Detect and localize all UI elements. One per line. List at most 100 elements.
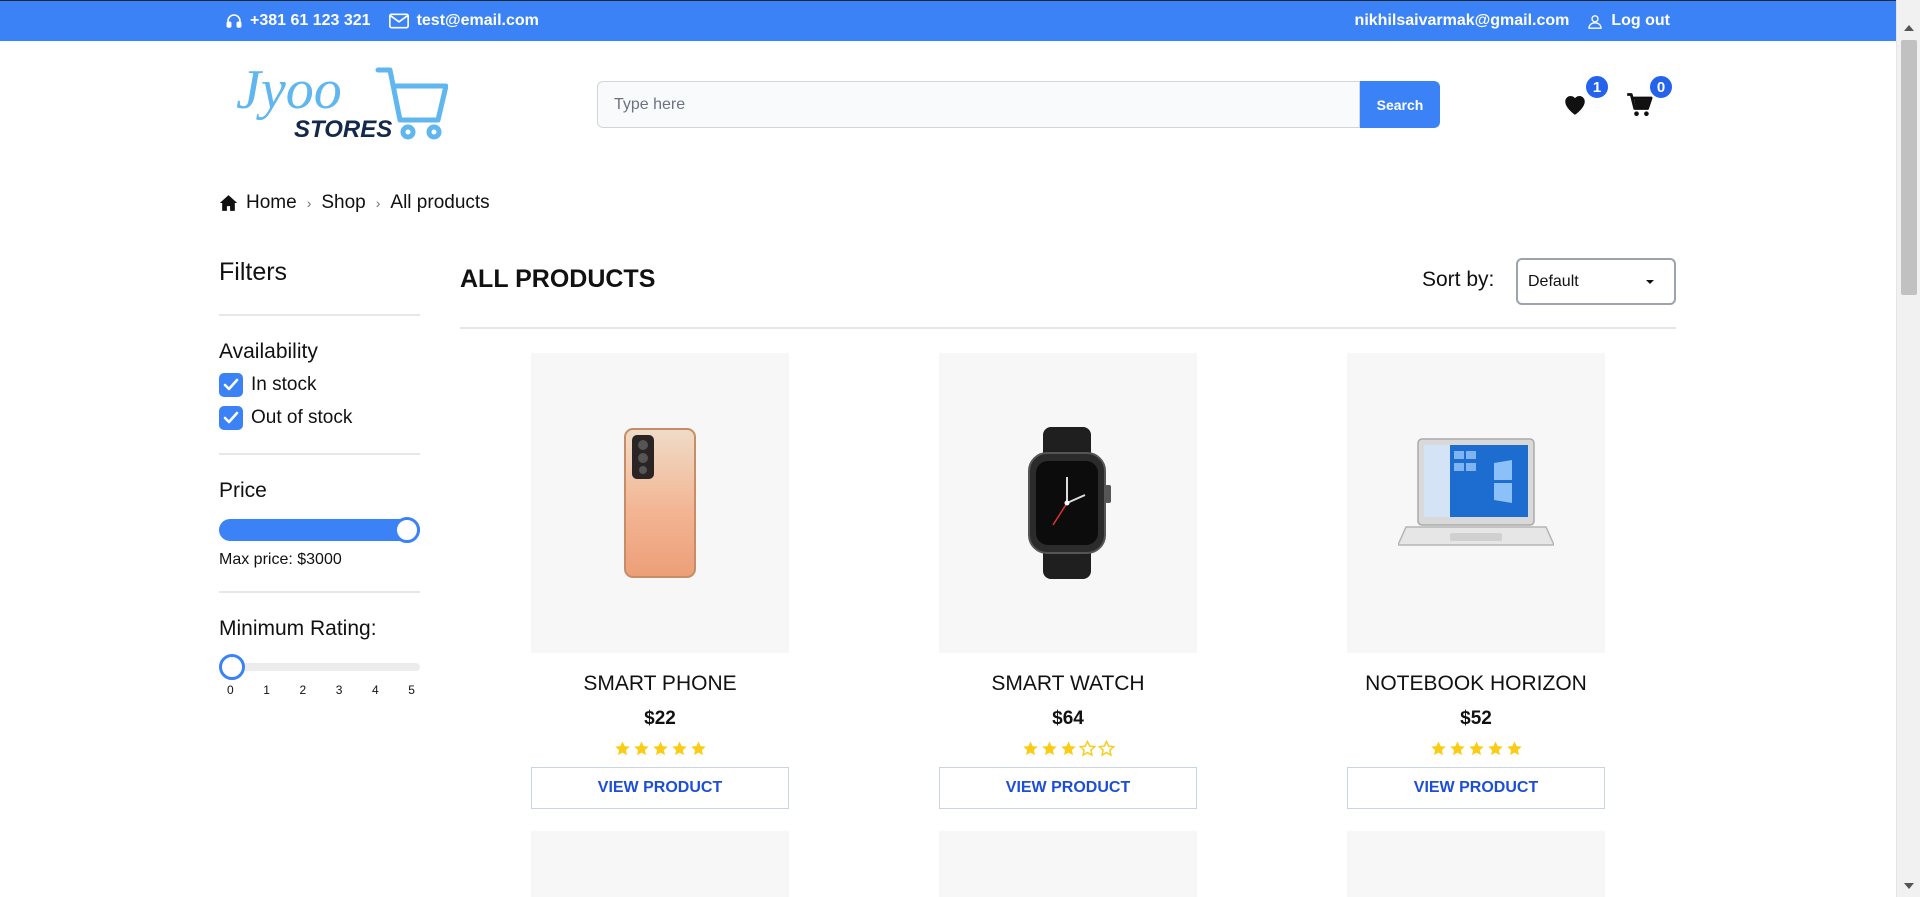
product-rating	[939, 740, 1197, 760]
user-icon	[1588, 14, 1603, 29]
scroll-thumb[interactable]	[1901, 40, 1917, 295]
search-button[interactable]: Search	[1360, 81, 1440, 128]
email-contact[interactable]: test@email.com	[388, 12, 539, 30]
filter-in-stock[interactable]: In stock	[219, 373, 420, 397]
email-text: test@email.com	[416, 12, 539, 29]
product-image[interactable]	[1347, 353, 1605, 653]
availability-title: Availability	[219, 340, 318, 363]
price-slider-track[interactable]	[219, 519, 420, 541]
product-name[interactable]: SMART PHONE	[531, 672, 789, 696]
logout-link[interactable]: Log out	[1587, 12, 1670, 30]
star-filled-icon	[671, 741, 687, 756]
star-filled-icon	[1041, 741, 1057, 756]
product-card: NOTEBOOK HORIZON $52 VIEW PRODUCT	[1347, 353, 1605, 809]
cart-button[interactable]	[1626, 92, 1654, 123]
breadcrumb-home[interactable]: Home	[219, 192, 297, 214]
page-title: ALL PRODUCTS	[460, 265, 656, 293]
star-filled-icon	[1468, 741, 1484, 756]
cart-count-badge: 0	[1648, 74, 1674, 100]
product-price: $22	[644, 708, 676, 729]
view-product-button[interactable]: VIEW PRODUCT	[939, 767, 1197, 809]
breadcrumb: Home › Shop › All products	[219, 192, 490, 214]
phone-image	[624, 428, 696, 578]
chevron-right-icon: ›	[375, 195, 381, 211]
star-filled-icon	[1487, 741, 1503, 756]
rating-title: Minimum Rating:	[219, 617, 377, 640]
filter-out-of-stock[interactable]: Out of stock	[219, 406, 420, 430]
divider	[460, 327, 1676, 329]
price-slider-thumb[interactable]	[394, 517, 420, 543]
out-of-stock-checkbox[interactable]	[219, 406, 243, 430]
breadcrumb-shop[interactable]: Shop	[321, 192, 365, 214]
wishlist-count-badge: 1	[1584, 74, 1610, 100]
rating-tick: 3	[335, 683, 343, 697]
star-filled-icon	[614, 741, 630, 756]
rating-tick: 0	[227, 683, 234, 697]
view-product-button[interactable]: VIEW PRODUCT	[1347, 767, 1605, 809]
cart-icon	[1627, 93, 1653, 117]
star-filled-icon	[652, 741, 668, 756]
price-title: Price	[219, 479, 267, 502]
search-bar: Search	[597, 81, 1440, 128]
divider	[219, 314, 420, 316]
product-price: $52	[1460, 708, 1492, 729]
star-empty-icon	[1078, 740, 1096, 757]
in-stock-checkbox[interactable]	[219, 373, 243, 397]
product-image[interactable]	[531, 353, 789, 653]
view-product-button[interactable]: VIEW PRODUCT	[531, 767, 789, 809]
divider	[219, 591, 420, 593]
product-image[interactable]	[939, 353, 1197, 653]
scroll-down-icon[interactable]	[1904, 883, 1914, 889]
phone-contact[interactable]: +381 61 123 321	[226, 12, 371, 30]
product-name[interactable]: SMART WATCH	[939, 672, 1197, 696]
laptop-image	[1398, 438, 1554, 546]
watch-image	[1028, 427, 1111, 579]
account-area: nikhilsaivarmak@gmail.com Log out	[1355, 12, 1670, 30]
star-empty-icon	[1097, 740, 1115, 757]
product-card-partial[interactable]	[531, 831, 789, 897]
logo-word-jyoo: Jyoo	[236, 64, 342, 121]
home-icon	[219, 195, 238, 211]
product-card: SMART WATCH $64 VIEW PRODUCT	[939, 353, 1197, 809]
logout-label: Log out	[1611, 12, 1670, 29]
store-logo[interactable]: Jyoo STORES	[232, 59, 449, 143]
rating-tick: 2	[299, 683, 307, 697]
rating-tick: 5	[408, 683, 415, 697]
price-slider[interactable]	[219, 517, 420, 543]
star-filled-icon	[1060, 741, 1076, 756]
rating-slider-track[interactable]	[219, 663, 420, 671]
wishlist-button[interactable]	[1562, 92, 1588, 121]
product-rating	[1347, 740, 1605, 760]
star-filled-icon	[1430, 741, 1446, 756]
divider	[219, 453, 420, 455]
scroll-up-icon[interactable]	[1904, 25, 1914, 31]
logo-word-stores: STORES	[294, 116, 392, 142]
page-scrollbar[interactable]	[1896, 0, 1920, 897]
breadcrumb-current: All products	[390, 192, 490, 213]
search-input[interactable]	[597, 81, 1360, 128]
product-card: SMART PHONE $22 VIEW PRODUCT	[531, 353, 789, 809]
rating-tick: 1	[263, 683, 270, 697]
top-bar: +381 61 123 321 test@email.com nikhilsai…	[0, 0, 1896, 41]
product-rating	[531, 740, 789, 760]
caret-down-icon	[1646, 279, 1654, 284]
sort-select[interactable]: Default	[1516, 258, 1676, 305]
breadcrumb-home-label: Home	[246, 192, 297, 213]
headphones-icon	[226, 14, 242, 28]
max-price-label: Max price: $3000	[219, 551, 342, 568]
check-icon	[223, 378, 239, 391]
star-filled-icon	[633, 741, 649, 756]
rating-ticks: 0 1 2 3 4 5	[219, 683, 420, 697]
product-price: $64	[1052, 708, 1084, 729]
rating-slider[interactable]	[219, 653, 420, 680]
star-filled-icon	[1506, 741, 1522, 756]
sort-selected-value: Default	[1528, 272, 1579, 290]
phone-text: +381 61 123 321	[250, 12, 371, 29]
star-filled-icon	[690, 741, 706, 756]
rating-slider-thumb[interactable]	[219, 654, 245, 680]
product-card-partial[interactable]	[1347, 831, 1605, 897]
filters-sidebar: Filters Availability In stock Out of sto…	[219, 258, 420, 697]
product-name[interactable]: NOTEBOOK HORIZON	[1347, 672, 1605, 696]
check-icon	[223, 411, 239, 424]
product-card-partial[interactable]	[939, 831, 1197, 897]
